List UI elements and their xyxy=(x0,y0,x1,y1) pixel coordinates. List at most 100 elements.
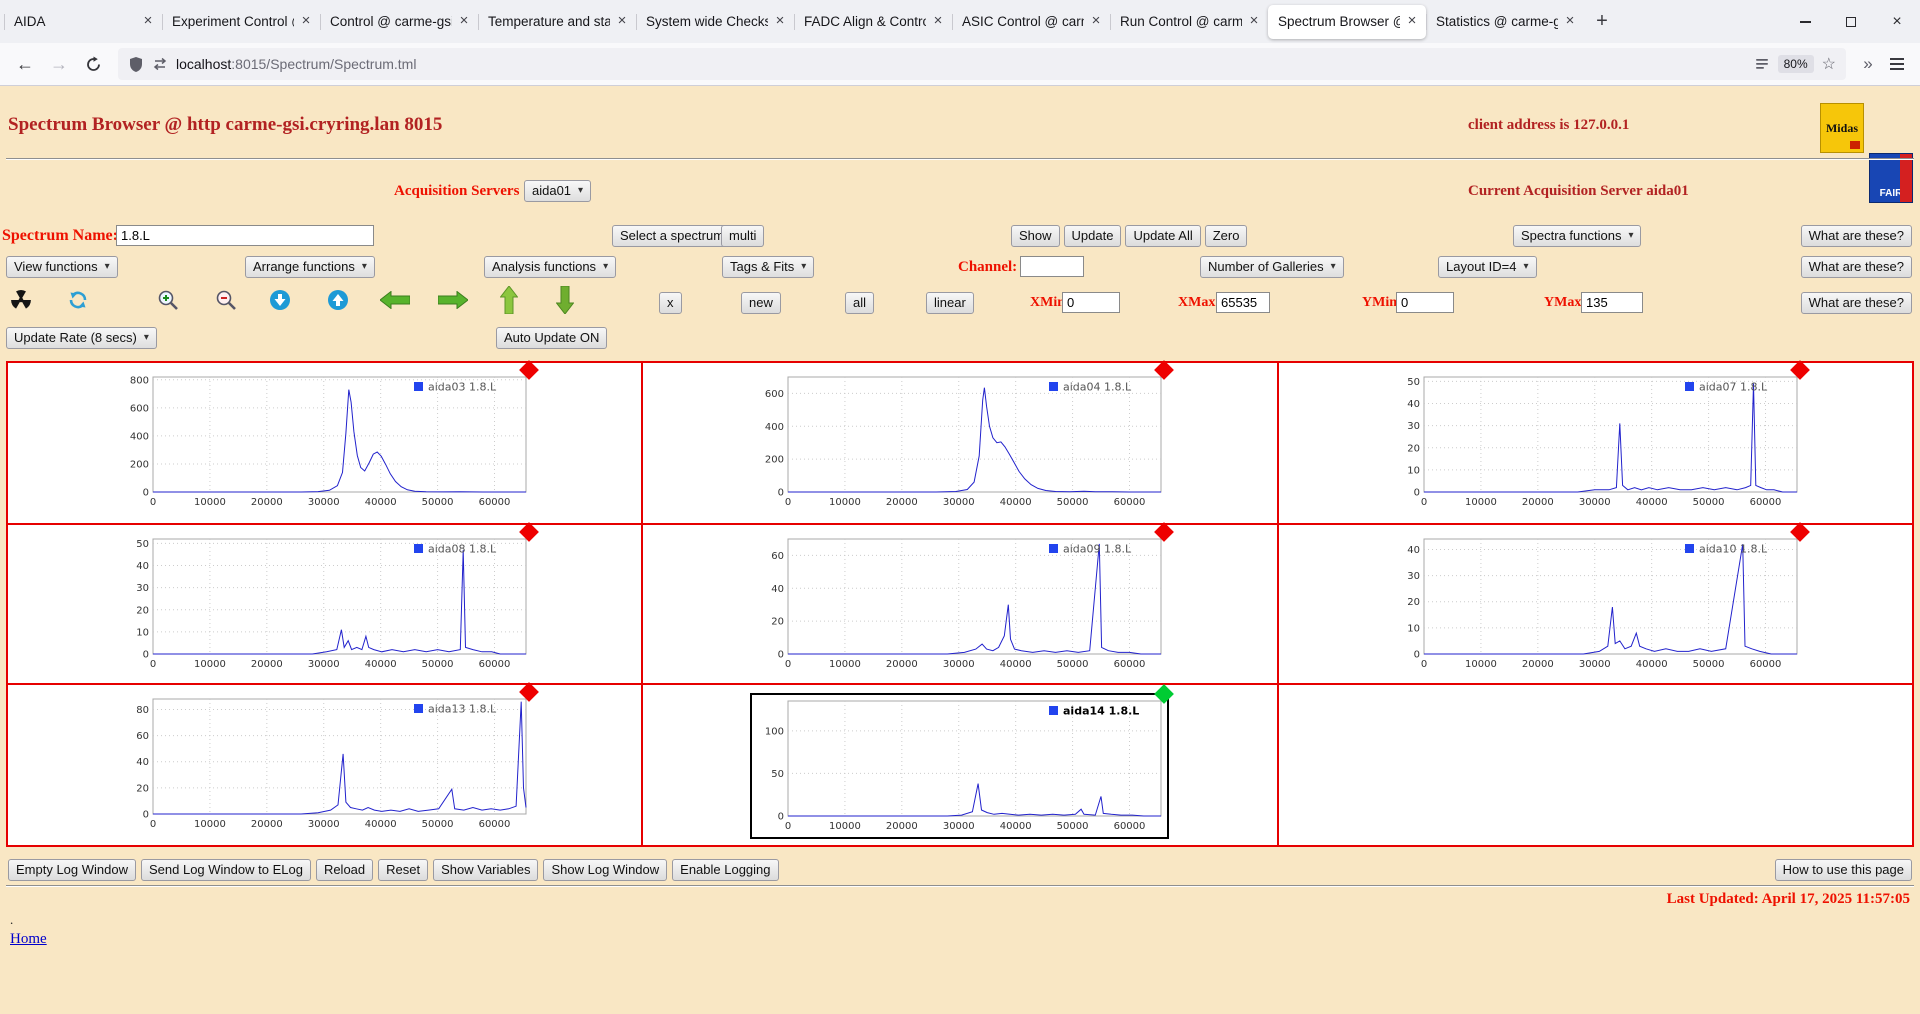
spectrum-chart-aida13[interactable]: 0 10000 20000 30000 40000 50000 60000 0 20 40 60 80… xyxy=(117,682,540,835)
tab-9[interactable]: Spectrum Browser @ × xyxy=(1268,4,1426,39)
url-bar[interactable]: localhost:8015/Spectrum/Spectrum.tml 80%… xyxy=(118,48,1846,80)
tab-close-icon[interactable]: × xyxy=(1087,12,1105,31)
bookmark-star-icon[interactable]: ☆ xyxy=(1822,54,1836,74)
menu-button[interactable] xyxy=(1882,49,1912,79)
tab-close-icon[interactable]: × xyxy=(1245,12,1263,31)
zoom-in-icon[interactable] xyxy=(156,288,180,312)
update-all-button[interactable]: Update All xyxy=(1125,225,1201,247)
xmin-input[interactable] xyxy=(1062,292,1120,313)
reader-mode-icon[interactable] xyxy=(1754,56,1770,72)
tab-close-icon[interactable]: × xyxy=(1403,12,1421,31)
log-button-7[interactable]: Enable Logging xyxy=(672,859,779,881)
tab-strip: AIDA×Experiment Control @ c×Control @ ca… xyxy=(4,0,1584,43)
how-to-use-button[interactable]: How to use this page xyxy=(1774,859,1912,881)
ymax-input[interactable] xyxy=(1581,292,1643,313)
arrow-up-icon[interactable] xyxy=(499,285,519,315)
channel-input[interactable] xyxy=(1020,256,1084,277)
tab-5[interactable]: System wide Checks × xyxy=(636,5,794,39)
linear-button[interactable]: linear xyxy=(926,292,974,314)
log-button-6[interactable]: Show Log Window xyxy=(543,859,668,881)
arrow-right-icon[interactable] xyxy=(437,290,469,310)
ymin-input[interactable] xyxy=(1396,292,1454,313)
connection-icon[interactable] xyxy=(152,56,168,72)
tab-close-icon[interactable]: × xyxy=(139,12,157,31)
tab-close-icon[interactable]: × xyxy=(929,12,947,31)
toolbar-overflow-button[interactable]: » xyxy=(1854,54,1882,74)
update-rate-value: Update Rate (8 secs) xyxy=(14,330,137,345)
fair-logo[interactable]: FAIR xyxy=(1869,153,1913,203)
radioactive-icon[interactable] xyxy=(10,289,32,311)
what-are-these-button-3[interactable]: What are these? xyxy=(1800,292,1912,314)
log-button-4[interactable]: Reset xyxy=(378,859,429,881)
spectra-functions-select[interactable]: Spectra functions xyxy=(1513,225,1642,247)
spectrum-chart-aida04[interactable]: 0 10000 20000 30000 40000 50000 60000 0 200 400 60… xyxy=(752,360,1175,513)
auto-update-button[interactable]: Auto Update ON xyxy=(496,327,608,349)
what-are-these-button-1[interactable]: What are these? xyxy=(1800,225,1912,247)
acquisition-server-select[interactable]: aida01 xyxy=(524,180,592,202)
tab-close-icon[interactable]: × xyxy=(455,12,473,31)
multi-button[interactable]: multi xyxy=(721,225,765,247)
svg-text:30000: 30000 xyxy=(943,659,975,670)
arrow-down-icon[interactable] xyxy=(555,285,575,315)
spectrum-action-buttons: Show Update Update All Zero xyxy=(1011,225,1248,247)
shield-icon[interactable] xyxy=(128,56,144,73)
xmax-input[interactable] xyxy=(1216,292,1270,313)
close-window-button[interactable]: × xyxy=(1874,0,1920,43)
log-button-3[interactable]: Reload xyxy=(315,859,374,881)
what-are-these-button-2[interactable]: What are these? xyxy=(1800,256,1912,278)
svg-text:40: 40 xyxy=(136,757,149,768)
new-button[interactable]: new xyxy=(741,292,781,314)
arrow-left-icon[interactable] xyxy=(379,290,411,310)
tab-close-icon[interactable]: × xyxy=(771,12,789,31)
tags-fits-select[interactable]: Tags & Fits xyxy=(722,256,815,278)
spectrum-chart-aida14[interactable]: 0 10000 20000 30000 40000 50000 60000 0 50 100 aid… xyxy=(750,684,1175,839)
tab-close-icon[interactable]: × xyxy=(1561,12,1579,31)
tab-8[interactable]: Run Control @ carme × xyxy=(1110,5,1268,39)
maximize-button[interactable] xyxy=(1828,0,1874,43)
zoom-indicator[interactable]: 80% xyxy=(1777,55,1814,73)
spectrum-chart-aida07[interactable]: 0 10000 20000 30000 40000 50000 60000 0 10 20 30 40… xyxy=(1387,360,1810,513)
log-button-2[interactable]: Send Log Window to ELog xyxy=(141,859,311,881)
back-button[interactable]: ← xyxy=(8,47,42,81)
update-button[interactable]: Update xyxy=(1063,225,1122,247)
tab-10[interactable]: Statistics @ carme-g × xyxy=(1426,5,1584,39)
tab-7[interactable]: ASIC Control @ carm × xyxy=(952,5,1110,39)
log-button-5[interactable]: Show Variables xyxy=(433,859,539,881)
analysis-functions-select[interactable]: Analysis functions xyxy=(484,256,617,278)
spectrum-chart-aida10[interactable]: 0 10000 20000 30000 40000 50000 60000 0 10 20 30 40… xyxy=(1387,522,1810,675)
url-text[interactable]: localhost:8015/Spectrum/Spectrum.tml xyxy=(176,56,1746,72)
spectrum-chart-aida03[interactable]: 0 10000 20000 30000 40000 50000 60000 0 200 400 60… xyxy=(117,360,540,513)
spectrum-chart-aida09[interactable]: 0 10000 20000 30000 40000 50000 60000 0 20 40 60 ai… xyxy=(752,522,1175,675)
tab-1[interactable]: AIDA × xyxy=(4,5,162,39)
update-rate-select[interactable]: Update Rate (8 secs) xyxy=(6,327,157,349)
view-functions-select[interactable]: View functions xyxy=(6,256,118,278)
tab-4[interactable]: Temperature and status× xyxy=(478,5,636,39)
layout-id-select[interactable]: Layout ID=4 xyxy=(1438,256,1537,278)
new-tab-button[interactable]: + xyxy=(1586,6,1618,38)
spectrum-name-input[interactable] xyxy=(116,225,374,246)
minimize-button[interactable] xyxy=(1782,0,1828,43)
tab-close-icon[interactable]: × xyxy=(297,12,315,31)
arrange-functions-select[interactable]: Arrange functions xyxy=(245,256,375,278)
scroll-up-icon[interactable] xyxy=(326,288,350,312)
reload-button[interactable] xyxy=(76,47,110,81)
home-link[interactable]: Home xyxy=(10,931,47,948)
log-button-1[interactable]: Empty Log Window xyxy=(8,859,136,881)
tab-3[interactable]: Control @ carme-gsi × xyxy=(320,5,478,39)
scroll-down-icon[interactable] xyxy=(268,288,292,312)
tab-title: Control @ carme-gsi xyxy=(330,14,452,29)
spectrum-chart-aida08[interactable]: 0 10000 20000 30000 40000 50000 60000 0 10 20 30 40… xyxy=(117,522,540,675)
midas-logo[interactable]: Midas xyxy=(1820,103,1864,153)
svg-text:0: 0 xyxy=(778,650,784,661)
forward-button[interactable]: → xyxy=(42,47,76,81)
tab-close-icon[interactable]: × xyxy=(613,12,631,31)
x-axis-button[interactable]: x xyxy=(659,292,682,314)
all-button[interactable]: all xyxy=(845,292,875,314)
refresh-icon[interactable] xyxy=(66,288,90,312)
zero-button[interactable]: Zero xyxy=(1204,225,1248,247)
zoom-out-icon[interactable] xyxy=(214,288,238,312)
tab-6[interactable]: FADC Align & Control × xyxy=(794,5,952,39)
number-of-galleries-select[interactable]: Number of Galleries xyxy=(1200,256,1344,278)
tab-2[interactable]: Experiment Control @ c× xyxy=(162,5,320,39)
show-button[interactable]: Show xyxy=(1011,225,1060,247)
